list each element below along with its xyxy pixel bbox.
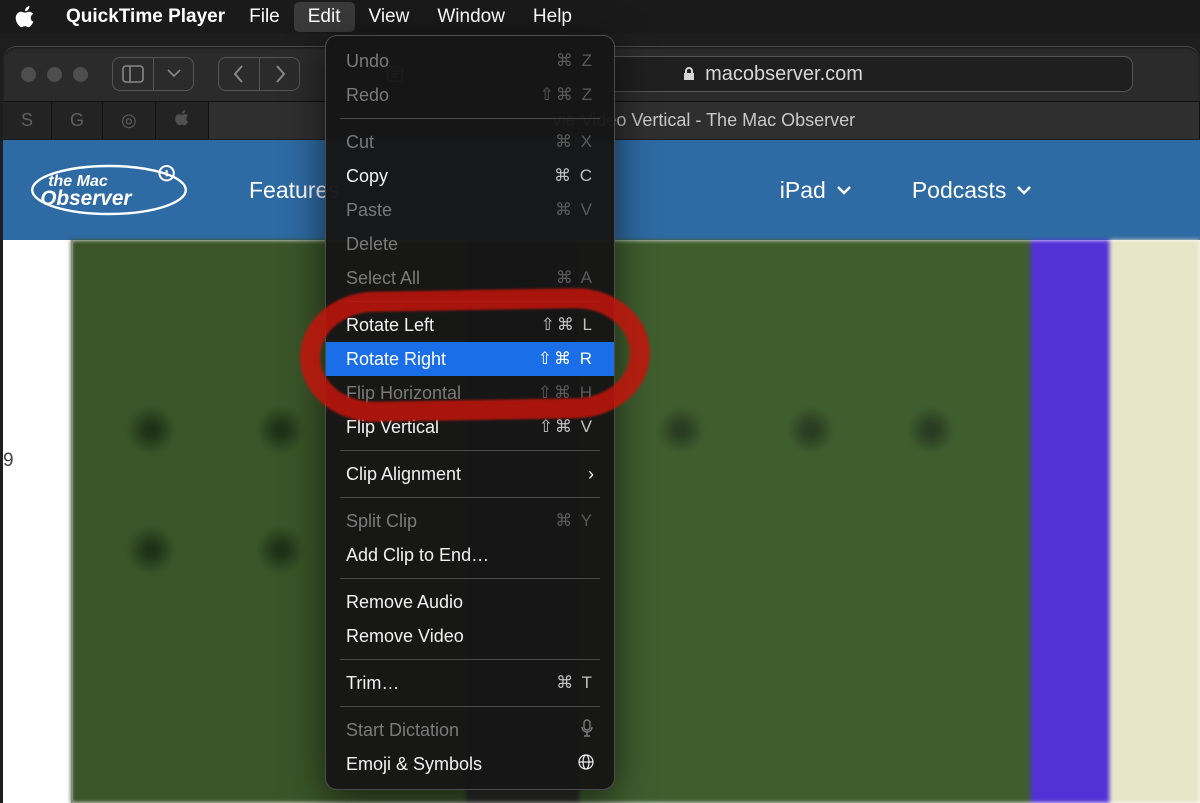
menu-item-label: Split Clip: [346, 511, 555, 532]
menu-item-label: Flip Horizontal: [346, 383, 538, 404]
sidebar-menu-button[interactable]: [153, 58, 193, 90]
menubar-view[interactable]: View: [355, 2, 424, 32]
edit-menu: Undo⌘ ZRedo⇧⌘ ZCut⌘ XCopy⌘ CPaste⌘ VDele…: [325, 35, 615, 790]
menu-item-label: Flip Vertical: [346, 417, 539, 438]
macobserver-logo[interactable]: the Mac Observer: [29, 160, 189, 220]
menu-shortcut: ⌘ C: [554, 166, 594, 186]
pinned-tab[interactable]: ◎: [103, 102, 156, 139]
chevron-down-icon: [1016, 182, 1032, 198]
menu-item-label: Delete: [346, 234, 594, 255]
lock-icon: [681, 66, 697, 82]
menu-item-undo: Undo⌘ Z: [326, 44, 614, 78]
menu-item-select-all: Select All⌘ A: [326, 261, 614, 295]
menu-item-start-dictation: Start Dictation: [326, 713, 614, 747]
menu-item-delete: Delete: [326, 227, 614, 261]
menu-item-label: Copy: [346, 166, 554, 187]
svg-text:Observer: Observer: [40, 187, 133, 210]
menu-item-split-clip: Split Clip⌘ Y: [326, 504, 614, 538]
menu-shortcut: ⌘ T: [556, 673, 594, 693]
menu-item-rotate-right[interactable]: Rotate Right⇧⌘ R: [326, 342, 614, 376]
menu-item-label: Redo: [346, 85, 540, 106]
menu-item-clip-alignment[interactable]: Clip Alignment›: [326, 457, 614, 491]
chevron-down-icon: [836, 182, 852, 198]
menu-item-remove-video[interactable]: Remove Video: [326, 619, 614, 653]
tab-icon: ◎: [121, 110, 137, 131]
menu-shortcut: ⇧⌘ H: [538, 383, 594, 403]
apple-tab-icon: [174, 110, 190, 131]
menu-shortcut: ⌘ V: [555, 200, 594, 220]
menu-shortcut: ⇧⌘ V: [539, 417, 594, 437]
menu-item-rotate-left[interactable]: Rotate Left⇧⌘ L: [326, 308, 614, 342]
nav-label: Podcasts: [912, 177, 1007, 204]
menubar-edit[interactable]: Edit: [294, 2, 355, 32]
menu-shortcut: ⇧⌘ Z: [540, 85, 594, 105]
menu-shortcut: ⌘ Y: [555, 511, 594, 531]
menu-item-label: Select All: [346, 268, 556, 289]
chevron-right-icon: ›: [588, 464, 594, 485]
menubar-file[interactable]: File: [235, 2, 294, 32]
menubar-help[interactable]: Help: [519, 2, 586, 32]
menu-item-add-clip-to-end[interactable]: Add Clip to End…: [326, 538, 614, 572]
menu-item-paste: Paste⌘ V: [326, 193, 614, 227]
menu-item-label: Emoji & Symbols: [346, 754, 578, 775]
forward-button[interactable]: [259, 58, 299, 90]
address-bar-text: macobserver.com: [705, 63, 863, 86]
globe-icon: [578, 754, 594, 775]
menu-shortcut: ⇧⌘ L: [541, 315, 594, 335]
menu-item-label: Undo: [346, 51, 556, 72]
menu-item-label: Remove Video: [346, 626, 594, 647]
menu-item-label: Start Dictation: [346, 720, 580, 741]
pinned-tab[interactable]: [156, 102, 209, 139]
menu-item-label: Add Clip to End…: [346, 545, 594, 566]
menu-item-copy[interactable]: Copy⌘ C: [326, 159, 614, 193]
menu-item-label: Rotate Left: [346, 315, 541, 336]
mic-icon: [580, 719, 594, 742]
back-button[interactable]: [219, 58, 259, 90]
pinned-tab[interactable]: G: [52, 102, 103, 139]
menu-item-label: Remove Audio: [346, 592, 594, 613]
pinned-tab[interactable]: S: [3, 102, 52, 139]
nav-group: [218, 57, 300, 91]
video-frame-border: [71, 240, 1200, 803]
menubar-app-name: QuickTime Player: [56, 2, 235, 32]
nav-label: iPad: [780, 177, 826, 204]
menu-item-emoji-symbols[interactable]: Emoji & Symbols: [326, 747, 614, 781]
menu-item-remove-audio[interactable]: Remove Audio: [326, 585, 614, 619]
zoom-button[interactable]: [73, 67, 88, 82]
macos-menubar: QuickTime Player File Edit View Window H…: [0, 0, 1200, 34]
menu-item-flip-vertical[interactable]: Flip Vertical⇧⌘ V: [326, 410, 614, 444]
menu-shortcut: ⌘ A: [556, 268, 594, 288]
menu-item-label: Trim…: [346, 673, 556, 694]
nav-ipad[interactable]: iPad: [780, 177, 852, 204]
tab-icon: G: [70, 110, 84, 131]
nav-podcasts[interactable]: Podcasts: [912, 177, 1033, 204]
close-button[interactable]: [21, 67, 36, 82]
menu-item-cut: Cut⌘ X: [326, 125, 614, 159]
menu-shortcut: ⌘ X: [555, 132, 594, 152]
menu-item-trim[interactable]: Trim…⌘ T: [326, 666, 614, 700]
menu-shortcut: ⌘ Z: [556, 51, 594, 71]
apple-logo-icon: [14, 6, 36, 28]
menu-shortcut: ⇧⌘ R: [538, 349, 594, 369]
minimize-button[interactable]: [47, 67, 62, 82]
menu-item-label: Cut: [346, 132, 555, 153]
tab-icon: S: [21, 110, 33, 131]
window-controls: [21, 67, 88, 82]
menu-item-redo: Redo⇧⌘ Z: [326, 78, 614, 112]
menu-item-label: Rotate Right: [346, 349, 538, 370]
menu-item-label: Paste: [346, 200, 555, 221]
sidebar-toggle-group: [112, 57, 194, 91]
menu-item-flip-horizontal: Flip Horizontal⇧⌘ H: [326, 376, 614, 410]
side-number: 9: [3, 450, 14, 472]
sidebar-toggle-button[interactable]: [113, 58, 153, 90]
menu-item-label: Clip Alignment: [346, 464, 588, 485]
menubar-window[interactable]: Window: [423, 2, 519, 32]
